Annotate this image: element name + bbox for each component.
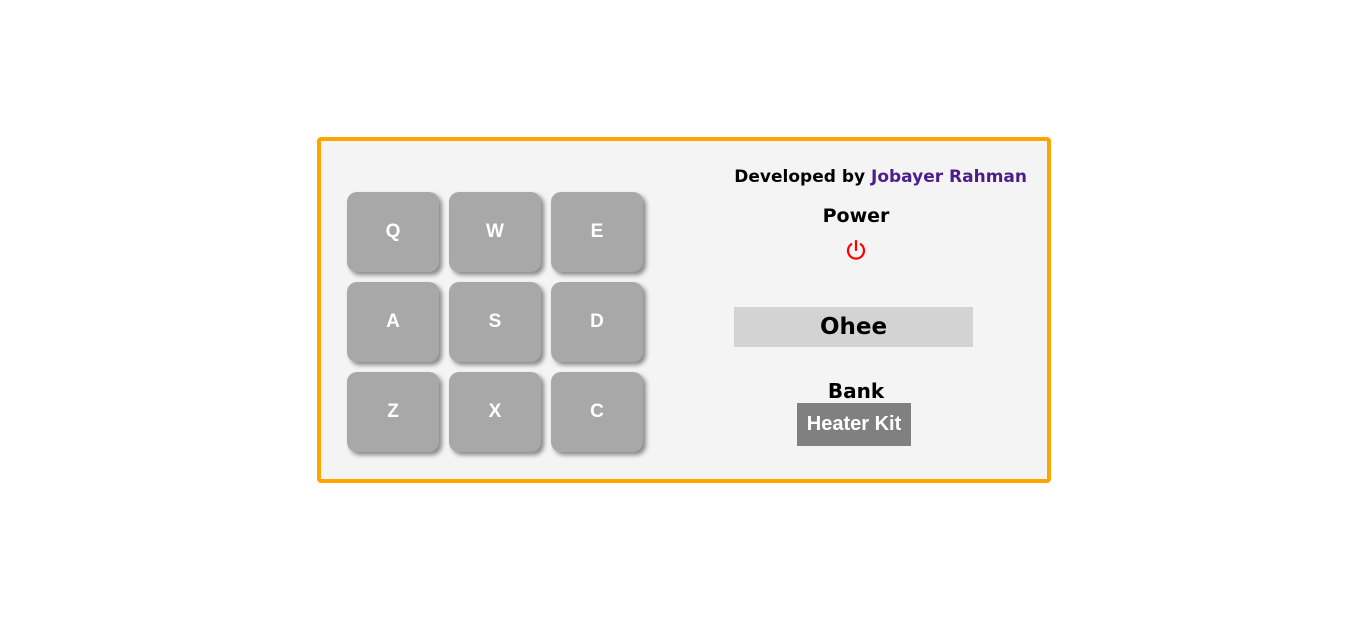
developer-credit: Developed by Jobayer Rahman: [734, 167, 1027, 187]
power-label: Power: [822, 205, 890, 227]
credit-prefix: Developed by: [734, 167, 866, 187]
bank-toggle-button[interactable]: Heater Kit: [797, 403, 911, 446]
power-icon[interactable]: [844, 238, 868, 262]
drum-machine: Q W E A S D Z X C Developed by Jobayer R…: [317, 137, 1051, 483]
bank-label: Bank: [827, 379, 885, 403]
sound-display: Ohee: [734, 307, 973, 347]
controls-panel: Developed by Jobayer Rahman Power Ohee B…: [321, 141, 1047, 479]
author-name: Jobayer Rahman: [871, 167, 1027, 187]
